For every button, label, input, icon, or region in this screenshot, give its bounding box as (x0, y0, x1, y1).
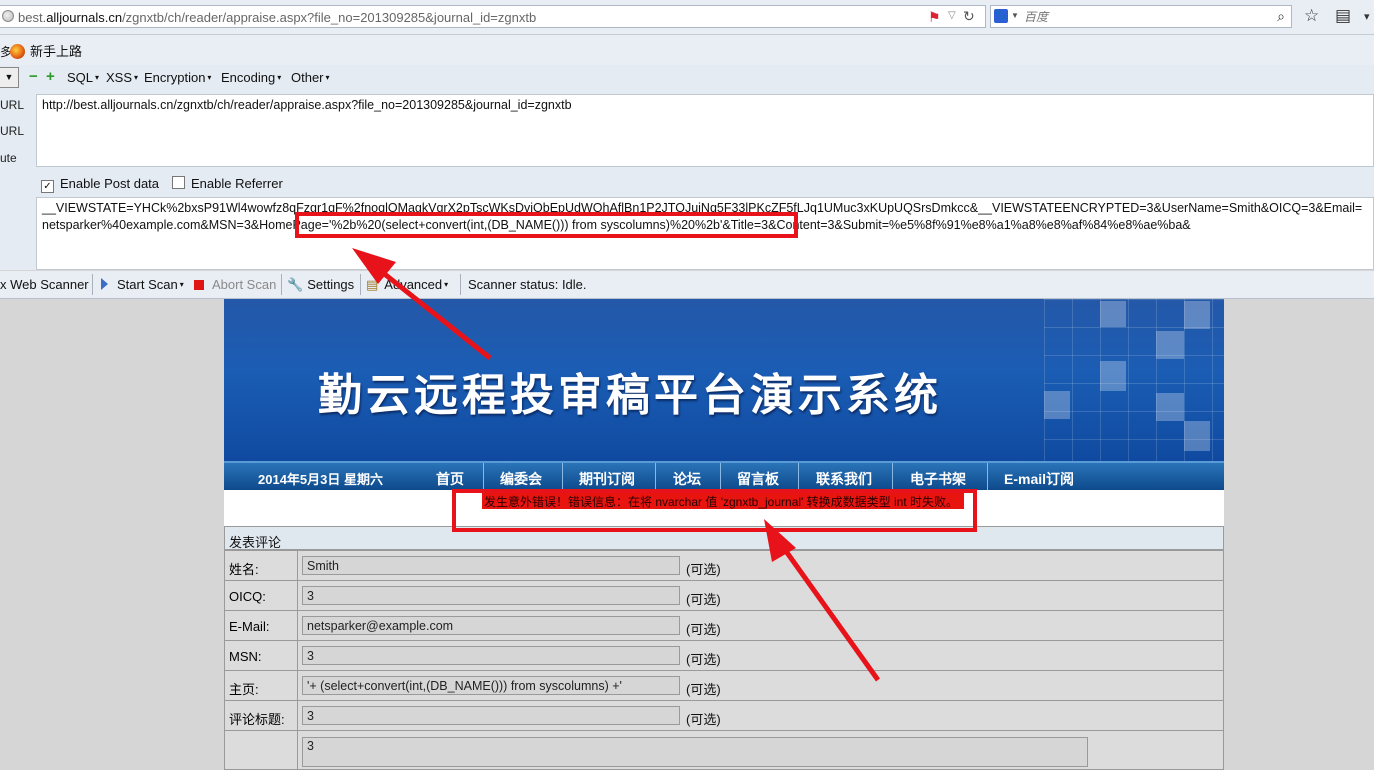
arrow-to-payload (370, 262, 492, 360)
arrow-to-error (775, 538, 881, 682)
annotation-arrows (352, 248, 881, 682)
